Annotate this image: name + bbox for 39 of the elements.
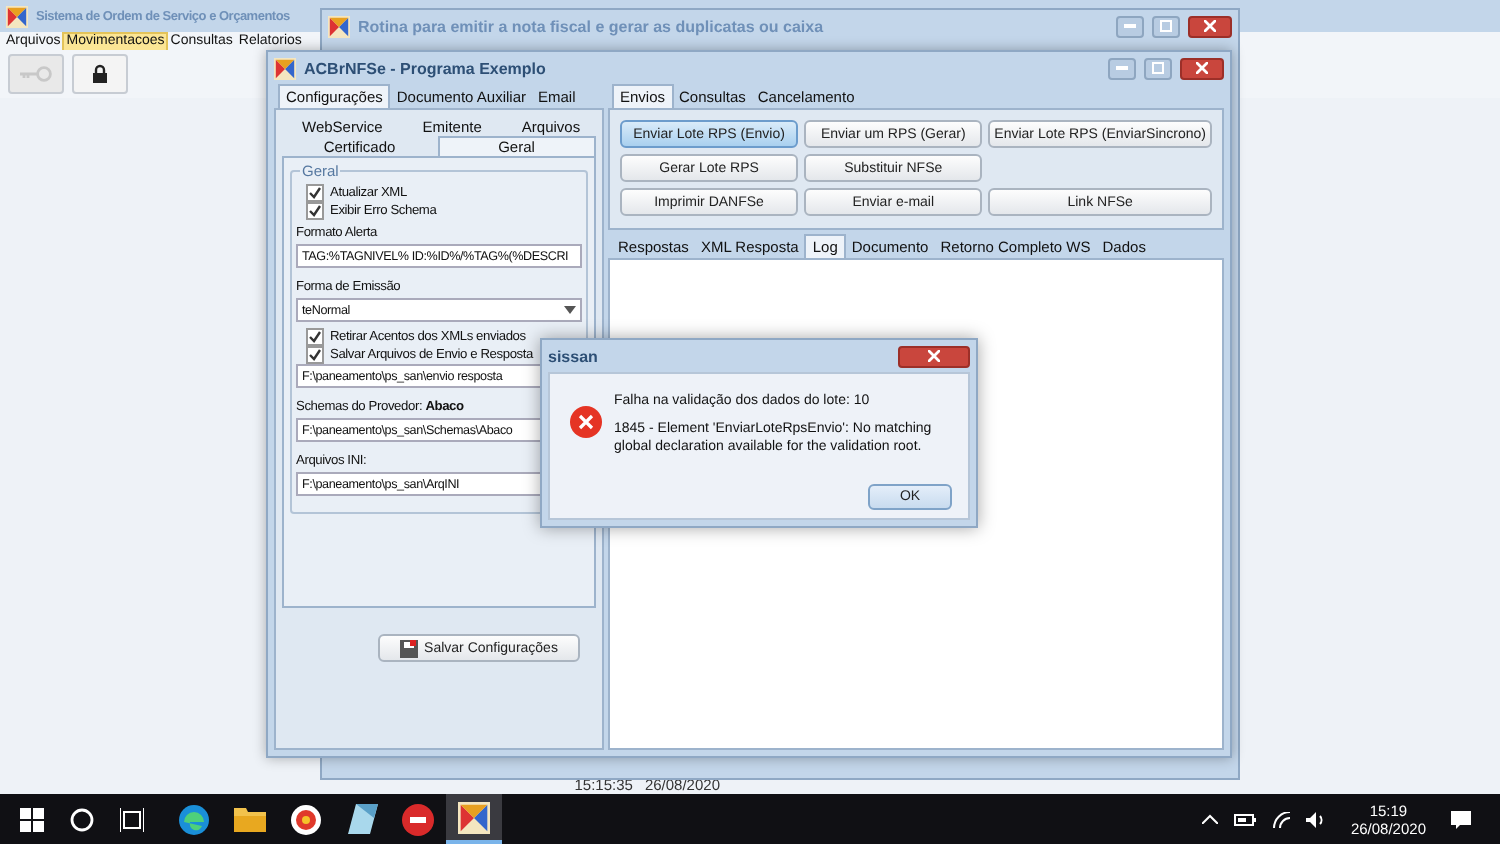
lock-icon: [92, 64, 108, 84]
floppy-icon: [400, 639, 419, 657]
close-button[interactable]: [1180, 57, 1224, 79]
close-button[interactable]: [1188, 15, 1232, 37]
key-icon: [18, 66, 54, 82]
taskbar-app[interactable]: [446, 794, 502, 844]
close-icon: [1204, 20, 1216, 32]
app-icon: [458, 801, 490, 833]
no-entry-icon: [402, 803, 434, 835]
toolbar-button[interactable]: [72, 54, 128, 94]
close-icon: [928, 350, 940, 362]
chevron-up-icon[interactable]: [1202, 814, 1219, 824]
app-icon: [6, 5, 28, 27]
error-icon: [570, 406, 602, 438]
app-icon: [328, 15, 350, 37]
minimize-icon: [1124, 24, 1136, 28]
maximize-icon: [1160, 20, 1172, 32]
window-title: Rotina para emitir a nota fiscal e gerar as duplicatas ou caixa: [358, 17, 824, 35]
folder-icon: [234, 806, 266, 832]
browser-icon: [290, 803, 322, 835]
close-button[interactable]: [898, 345, 970, 367]
notepad-icon: [347, 804, 377, 834]
volume-icon[interactable]: [1306, 811, 1327, 827]
minimize-icon: [1116, 66, 1128, 70]
swirl-icon: [178, 803, 210, 835]
close-icon: [1196, 62, 1208, 74]
dialog-title: sissan: [548, 347, 598, 365]
notification-icon[interactable]: [1450, 809, 1472, 829]
battery-icon[interactable]: [1234, 813, 1257, 825]
checkbox[interactable]: [306, 327, 324, 345]
wifi-icon[interactable]: [1272, 811, 1291, 827]
search-icon[interactable]: [70, 807, 94, 831]
windows-start-icon[interactable]: [20, 807, 44, 831]
checkbox[interactable]: [306, 183, 324, 201]
window-title: ACBrNFSe - Programa Exemplo: [304, 59, 546, 77]
task-view-icon[interactable]: [120, 807, 144, 831]
app-icon: [274, 57, 296, 79]
maximize-icon: [1152, 62, 1164, 74]
dropdown-arrow-icon: [564, 306, 576, 314]
